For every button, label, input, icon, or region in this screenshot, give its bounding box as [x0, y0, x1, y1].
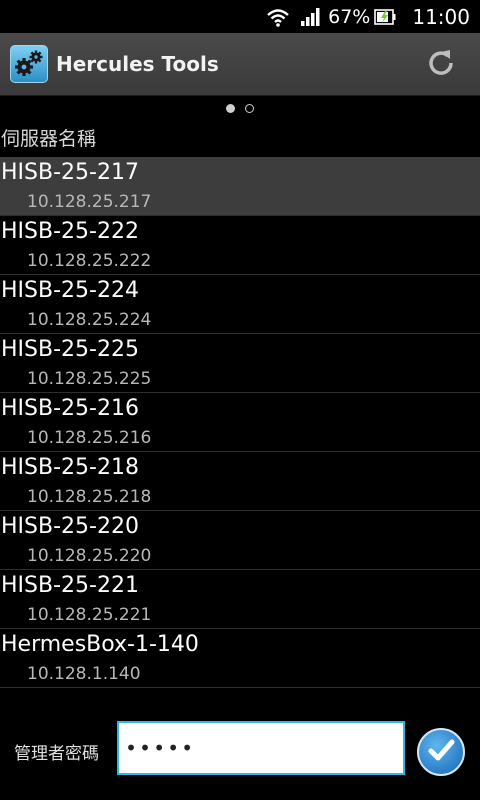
server-name: HISB-25-216 — [1, 396, 139, 421]
server-ip: 10.128.25.224 — [27, 310, 152, 330]
server-row[interactable]: HISB-25-222 10.128.25.222 — [0, 216, 480, 275]
app-title: Hercules Tools — [56, 52, 219, 76]
server-list: HISB-25-217 10.128.25.217 HISB-25-222 10… — [0, 157, 480, 688]
server-name: HISB-25-218 — [1, 455, 139, 480]
admin-password-label: 管理者密碼 — [14, 744, 99, 764]
server-row[interactable]: HISB-25-217 10.128.25.217 — [0, 157, 480, 216]
server-name: HISB-25-217 — [1, 160, 139, 185]
refresh-icon — [426, 47, 456, 81]
server-ip: 10.128.25.216 — [27, 428, 152, 448]
status-bar: 67% 11:00 — [0, 0, 480, 33]
server-ip: 10.128.25.220 — [27, 546, 152, 566]
refresh-button[interactable] — [420, 43, 462, 85]
server-ip: 10.128.25.221 — [27, 605, 152, 625]
server-name: HermesBox-1-140 — [1, 632, 199, 657]
wifi-icon — [266, 7, 290, 27]
server-list-header: 伺服器名稱 — [1, 128, 97, 150]
server-row[interactable]: HISB-25-221 10.128.25.221 — [0, 570, 480, 629]
page-dot-1[interactable] — [226, 103, 235, 113]
admin-password-field[interactable] — [117, 721, 405, 775]
action-bar: Hercules Tools — [0, 33, 480, 96]
server-name: HISB-25-220 — [1, 514, 139, 539]
server-ip: 10.128.25.217 — [27, 192, 152, 212]
server-ip: 10.128.1.140 — [27, 664, 141, 684]
page-dot-2[interactable] — [245, 103, 254, 113]
server-ip: 10.128.25.218 — [27, 487, 152, 507]
server-row[interactable]: HISB-25-220 10.128.25.220 — [0, 511, 480, 570]
server-row[interactable]: HISB-25-218 10.128.25.218 — [0, 452, 480, 511]
server-row[interactable]: HISB-25-224 10.128.25.224 — [0, 275, 480, 334]
server-ip: 10.128.25.222 — [27, 251, 152, 271]
server-row[interactable]: HISB-25-216 10.128.25.216 — [0, 393, 480, 452]
clock: 11:00 — [412, 4, 470, 29]
server-name: HISB-25-224 — [1, 278, 139, 303]
server-name: HISB-25-225 — [1, 337, 139, 362]
server-name: HISB-25-222 — [1, 219, 139, 244]
server-row[interactable]: HermesBox-1-140 10.128.1.140 — [0, 629, 480, 688]
confirm-button[interactable] — [417, 728, 465, 776]
signal-icon — [300, 7, 322, 27]
checkmark-icon — [426, 735, 456, 769]
battery-percent: 67% — [328, 5, 371, 28]
gears-app-icon[interactable] — [10, 45, 48, 83]
server-name: HISB-25-221 — [1, 573, 139, 598]
page-indicator — [0, 100, 480, 116]
admin-login-bar: 管理者密碼 — [0, 716, 480, 786]
server-ip: 10.128.25.225 — [27, 369, 152, 389]
server-row[interactable]: HISB-25-225 10.128.25.225 — [0, 334, 480, 393]
battery-charging-icon — [374, 8, 396, 26]
